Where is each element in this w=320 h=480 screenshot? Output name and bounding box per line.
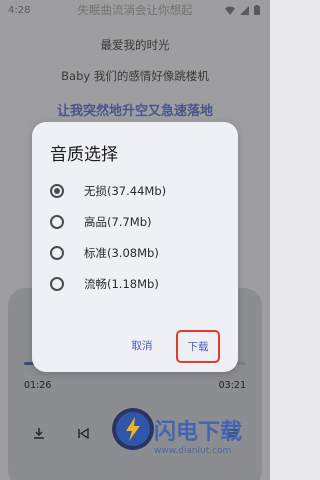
quality-dialog: 音质选择 无损(37.44Mb) 高品(7.7Mb) 标准(3.08Mb) 流畅…	[32, 122, 238, 372]
cancel-button[interactable]: 取消	[124, 330, 160, 360]
signal-icon	[240, 5, 249, 15]
quality-option-high[interactable]: 高品(7.7Mb)	[50, 210, 230, 234]
radio-icon[interactable]	[50, 246, 64, 260]
lightning-logo-icon	[116, 412, 150, 446]
wifi-icon	[225, 6, 235, 15]
watermark-text: 闪电下载	[154, 420, 243, 445]
watermark-url: www.dianlut.com	[154, 446, 232, 456]
option-label: 高品(7.7Mb)	[84, 215, 152, 229]
option-label: 流畅(1.18Mb)	[84, 277, 159, 291]
dialog-title: 音质选择	[50, 145, 118, 165]
quality-option-lossless[interactable]: 无损(37.44Mb)	[50, 179, 230, 203]
status-bar: 4:28	[0, 0, 270, 20]
radio-icon[interactable]	[50, 184, 64, 198]
quality-option-standard[interactable]: 标准(3.08Mb)	[50, 241, 230, 265]
watermark: 闪电下载 www.dianlut.com	[116, 412, 266, 470]
status-icons	[225, 5, 260, 15]
option-label: 标准(3.08Mb)	[84, 246, 159, 260]
quality-option-smooth[interactable]: 流畅(1.18Mb)	[50, 272, 230, 296]
radio-icon[interactable]	[50, 215, 64, 229]
status-time: 4:28	[8, 4, 31, 16]
battery-icon	[254, 5, 260, 15]
radio-icon[interactable]	[50, 277, 64, 291]
option-label: 无损(37.44Mb)	[84, 184, 167, 198]
download-button[interactable]: 下载	[176, 330, 220, 363]
